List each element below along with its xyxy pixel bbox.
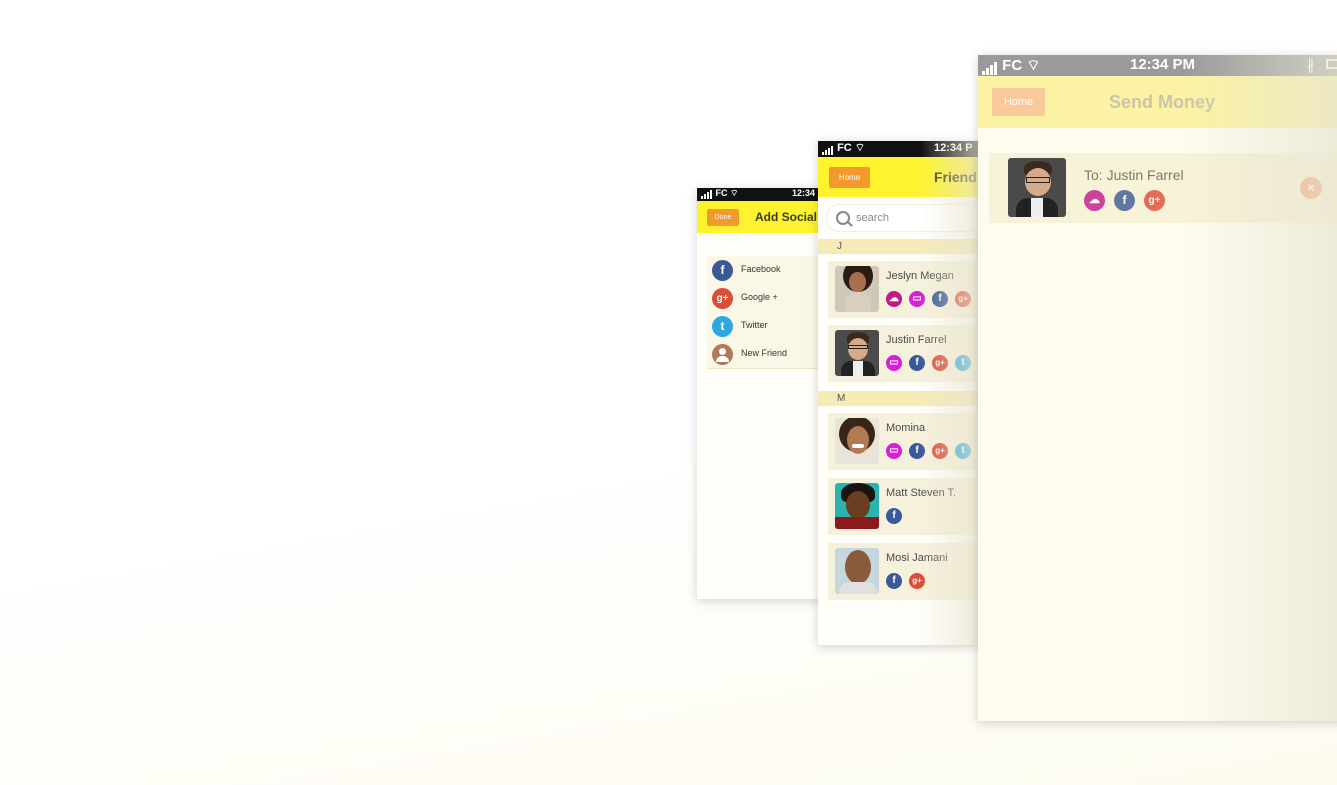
status-time: 12:34 P — [934, 142, 973, 154]
section-header-m: M — [818, 391, 980, 406]
facebook-icon[interactable]: f — [909, 355, 925, 371]
google-plus-icon[interactable]: g+ — [909, 573, 925, 589]
carrier-label: FC — [837, 142, 852, 154]
facebook-icon[interactable]: f — [1114, 190, 1135, 211]
message-icon[interactable]: ▭ — [886, 443, 902, 459]
signal-icon — [701, 189, 713, 199]
social-item-facebook[interactable]: f Facebook — [707, 256, 822, 285]
twitter-icon[interactable]: t — [955, 443, 971, 459]
section-header-j: J — [818, 239, 980, 254]
status-bar: FC ⌔ 12:34 PM ∦ — [978, 55, 1337, 76]
friend-row-mosi-jamani[interactable]: Mosi Jamani f g+ — [828, 543, 980, 600]
google-plus-icon[interactable]: g+ — [1144, 190, 1165, 211]
nav-bar: Done Add Social — [697, 201, 822, 233]
carrier-label: FC — [715, 188, 728, 198]
home-button[interactable]: Home — [992, 88, 1045, 116]
page-title: Add Social — [755, 210, 818, 224]
social-item-twitter[interactable]: t Twitter — [707, 312, 822, 341]
recipient-card[interactable]: To: Justin Farrel ☁ f g+ × — [989, 153, 1337, 223]
google-plus-icon[interactable]: g+ — [932, 443, 948, 459]
signal-icon — [822, 143, 834, 155]
bluetooth-icon: ∦ — [1307, 57, 1315, 74]
friend-name: Justin Farrel — [886, 334, 947, 346]
search-icon — [836, 211, 850, 225]
battery-icon — [1326, 59, 1337, 69]
google-plus-icon: g+ — [712, 288, 733, 309]
search-placeholder: search — [856, 212, 890, 224]
recipient-label: To: Justin Farrel — [1084, 167, 1184, 183]
message-icon[interactable]: ▭ — [909, 291, 925, 307]
google-plus-icon[interactable]: g+ — [955, 291, 971, 307]
signal-icon — [982, 58, 998, 75]
facebook-icon: f — [712, 260, 733, 281]
home-button[interactable]: Home — [829, 167, 870, 188]
status-bar: FC ⌔ 12:34 — [697, 188, 822, 201]
search-input[interactable]: search — [826, 204, 980, 232]
social-item-label: Twitter — [741, 320, 768, 330]
google-icon[interactable]: ☁ — [886, 291, 902, 307]
facebook-icon[interactable]: f — [932, 291, 948, 307]
page-title: Friend — [934, 169, 977, 185]
friend-row-justin-farrel[interactable]: Justin Farrel ▭ f g+ t — [828, 325, 980, 382]
add-social-screen: FC ⌔ 12:34 Done Add Social f Facebook g+… — [697, 188, 822, 599]
google-plus-icon[interactable]: g+ — [932, 355, 948, 371]
facebook-icon[interactable]: f — [909, 443, 925, 459]
avatar — [835, 266, 879, 312]
remove-recipient-icon[interactable]: × — [1300, 177, 1322, 199]
social-item-label: Facebook — [741, 264, 781, 274]
person-icon — [712, 344, 733, 365]
avatar — [1008, 158, 1066, 217]
friend-name: Matt Steven T. — [886, 487, 957, 499]
social-item-label: Google + — [741, 292, 778, 302]
avatar — [835, 483, 879, 529]
avatar — [835, 418, 879, 464]
wifi-icon: ⌔ — [730, 188, 739, 198]
nav-bar: Home Friend — [818, 157, 980, 197]
google-icon[interactable]: ☁ — [1084, 190, 1105, 211]
social-item-google-plus[interactable]: g+ Google + — [707, 284, 822, 313]
facebook-icon[interactable]: f — [886, 573, 902, 589]
nav-bar: Home Send Money — [978, 76, 1337, 128]
friend-row-momina[interactable]: Momina ▭ f g+ t — [828, 413, 980, 470]
page-title: Send Money — [1109, 92, 1216, 112]
friend-name: Jeslyn Megan — [886, 270, 954, 282]
twitter-icon[interactable]: t — [955, 355, 971, 371]
carrier-label: FC — [1002, 57, 1023, 74]
wifi-icon: ⌔ — [854, 142, 866, 154]
status-time: 12:34 — [792, 188, 816, 198]
twitter-icon: t — [712, 316, 733, 337]
avatar — [835, 330, 879, 376]
status-bar: FC ⌔ 12:34 P — [818, 141, 980, 157]
friends-screen: FC ⌔ 12:34 P Home Friend search J Jeslyn… — [818, 141, 980, 645]
message-icon[interactable]: ▭ — [886, 355, 902, 371]
done-button[interactable]: Done — [707, 209, 739, 226]
friend-name: Momina — [886, 422, 926, 434]
social-item-label: New Friend — [741, 348, 788, 358]
facebook-icon[interactable]: f — [886, 508, 902, 524]
friend-row-jeslyn-megan[interactable]: Jeslyn Megan ☁ ▭ f g+ — [828, 261, 980, 318]
friend-row-matt-steven[interactable]: Matt Steven T. f — [828, 478, 980, 535]
send-money-screen: FC ⌔ 12:34 PM ∦ Home Send Money To: Just… — [978, 55, 1337, 721]
friend-name: Mosi Jamani — [886, 552, 948, 564]
avatar — [835, 548, 879, 594]
wifi-icon: ⌔ — [1026, 57, 1041, 74]
status-time: 12:34 PM — [1130, 56, 1196, 73]
social-item-new-friend[interactable]: New Friend — [707, 340, 822, 369]
